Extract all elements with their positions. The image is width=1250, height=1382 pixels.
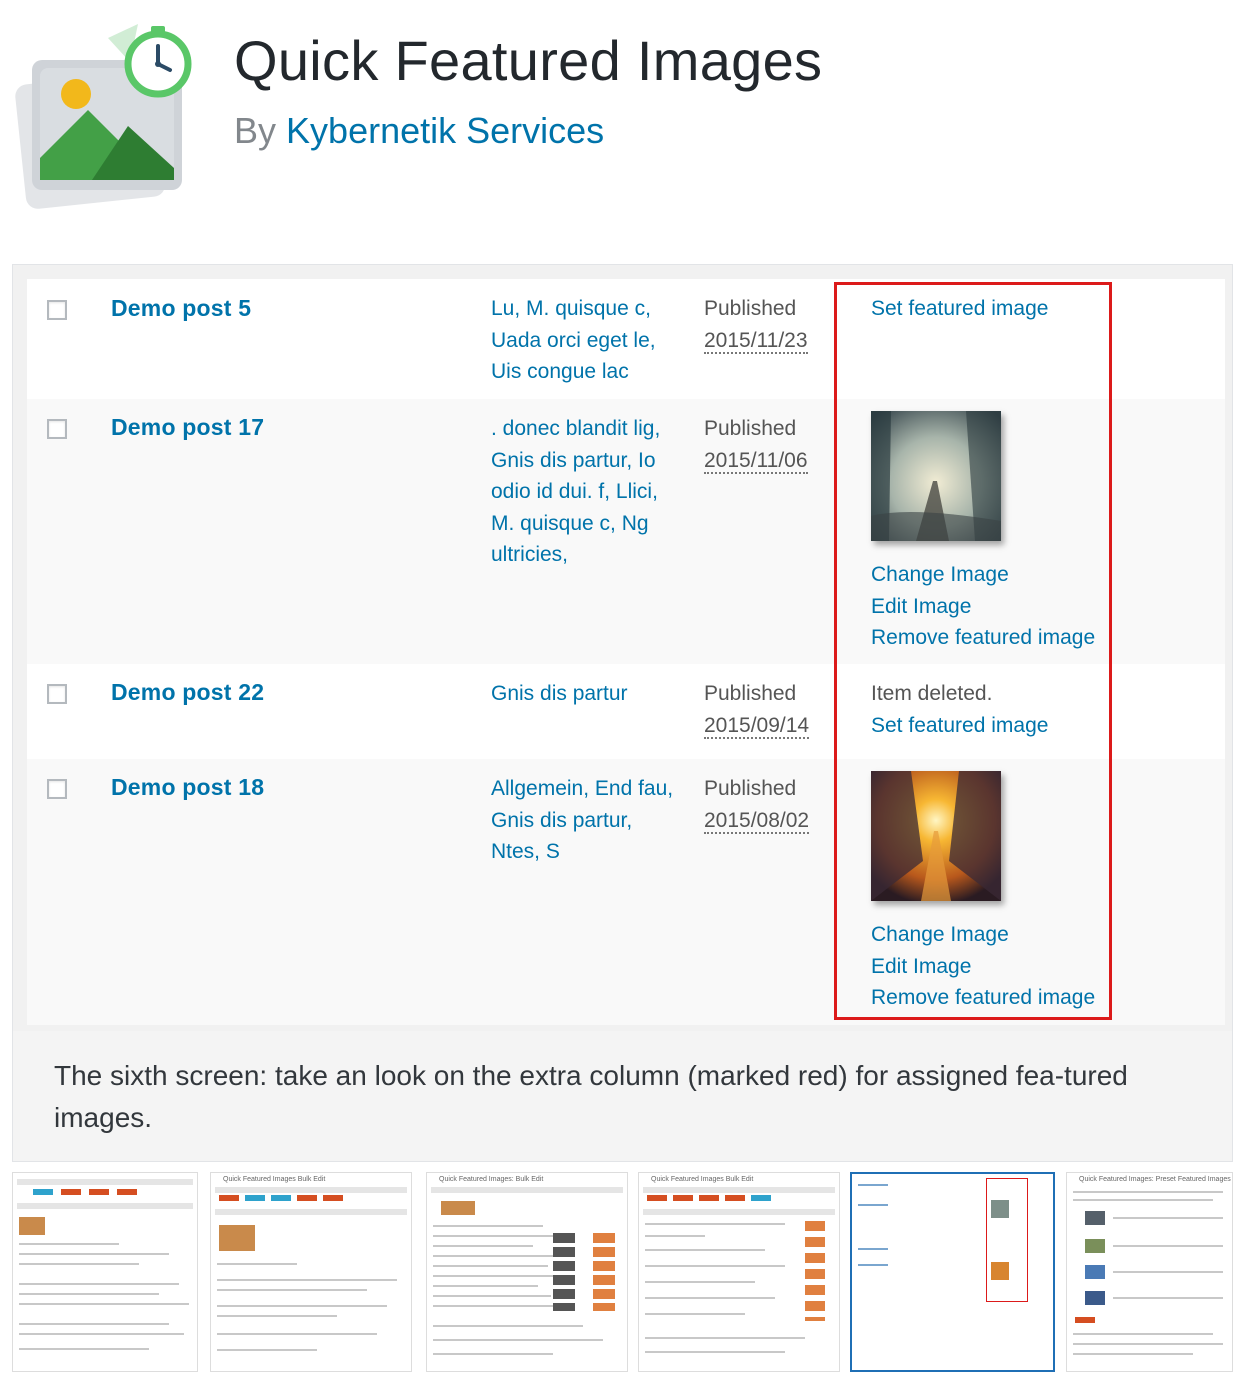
screenshot-thumbnail[interactable]: Quick Featured Images: Bulk Edit: [426, 1172, 628, 1372]
post-date: Published 2015/11/06: [704, 413, 808, 476]
post-categories: Gnis dis partur: [491, 678, 691, 710]
highlight-frame: [834, 282, 1112, 1020]
row-checkbox[interactable]: [47, 419, 67, 439]
author-prefix: By: [234, 110, 277, 151]
thumbnail-title: Quick Featured Images: Bulk Edit: [439, 1176, 544, 1183]
row-checkbox[interactable]: [47, 300, 67, 320]
post-status: Published: [704, 297, 797, 320]
screenshot-thumbnails: Quick Featured Images Bulk Edit Quick Fe…: [12, 1172, 1233, 1372]
category-link[interactable]: Gnis dis partur,: [491, 805, 691, 837]
post-status: Published: [704, 417, 797, 440]
category-link[interactable]: M. quisque c, Ng: [491, 508, 691, 540]
post-categories: Lu, M. quisque c, Uada orci eget le, Uis…: [491, 293, 691, 388]
screenshot-caption: The sixth screen: take an look on the ex…: [54, 1060, 1128, 1133]
category-link[interactable]: ultricies,: [491, 539, 691, 571]
post-date: Published 2015/09/14: [704, 678, 810, 741]
plugin-icon: [10, 18, 195, 213]
author-link[interactable]: Kybernetik Services: [286, 110, 604, 151]
plugin-author: By Kybernetik Services: [234, 110, 604, 152]
post-date: Published 2015/11/23: [704, 293, 808, 356]
screenshot-image: Demo post 5 Lu, M. quisque c, Uada orci …: [13, 265, 1232, 1031]
plugin-title: Quick Featured Images: [234, 29, 823, 92]
category-link[interactable]: Gnis dis partur: [491, 678, 691, 710]
screenshot-thumbnail[interactable]: Quick Featured Images: Preset Featured I…: [1066, 1172, 1233, 1372]
thumbnail-title: Quick Featured Images: Preset Featured I…: [1079, 1176, 1231, 1183]
category-link[interactable]: . donec blandit lig,: [491, 413, 691, 445]
thumbnail-title: Quick Featured Images Bulk Edit: [651, 1176, 754, 1183]
category-link[interactable]: Lu, M. quisque c,: [491, 293, 691, 325]
post-categories: . donec blandit lig, Gnis dis partur, Io…: [491, 413, 691, 571]
screenshot-thumbnail-active[interactable]: [850, 1172, 1055, 1372]
screenshot-thumbnail[interactable]: Quick Featured Images Bulk Edit: [638, 1172, 840, 1372]
category-link[interactable]: odio id dui. f, Llici,: [491, 476, 691, 508]
post-date-value: 2015/09/14: [704, 713, 810, 739]
plugin-header: Quick Featured Images By Kybernetik Serv…: [0, 0, 1250, 230]
screenshot-viewer: Demo post 5 Lu, M. quisque c, Uada orci …: [12, 264, 1233, 1162]
post-title-link[interactable]: Demo post 18: [111, 774, 264, 801]
post-title-link[interactable]: Demo post 5: [111, 295, 251, 322]
category-link[interactable]: Uada orci eget le,: [491, 325, 691, 357]
category-link[interactable]: Uis congue lac: [491, 356, 691, 388]
screenshot-thumbnail[interactable]: [12, 1172, 198, 1372]
row-checkbox[interactable]: [47, 779, 67, 799]
thumbnail-title: Quick Featured Images Bulk Edit: [223, 1176, 326, 1183]
post-status: Published: [704, 682, 797, 705]
category-link[interactable]: Ntes, S: [491, 836, 691, 868]
screenshot-thumbnail[interactable]: Quick Featured Images Bulk Edit: [210, 1172, 412, 1372]
post-title-link[interactable]: Demo post 17: [111, 414, 264, 441]
post-status: Published: [704, 777, 797, 800]
post-date-value: 2015/11/23: [704, 328, 808, 354]
post-title-link[interactable]: Demo post 22: [111, 679, 264, 706]
post-date: Published 2015/08/02: [704, 773, 810, 836]
category-link[interactable]: Gnis dis partur, Io: [491, 445, 691, 477]
post-date-value: 2015/08/02: [704, 808, 810, 834]
category-link[interactable]: Allgemein, End fau,: [491, 773, 691, 805]
post-date-value: 2015/11/06: [704, 448, 808, 474]
post-categories: Allgemein, End fau, Gnis dis partur, Nte…: [491, 773, 691, 868]
row-checkbox[interactable]: [47, 684, 67, 704]
